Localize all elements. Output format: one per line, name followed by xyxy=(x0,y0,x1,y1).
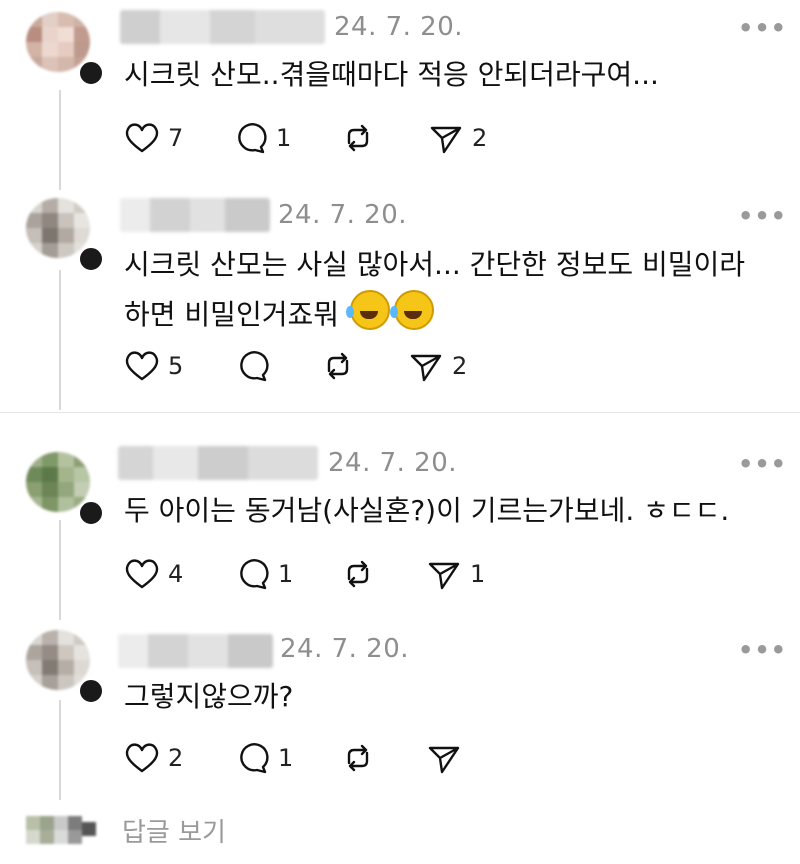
repost-button[interactable] xyxy=(338,738,378,778)
like-button[interactable]: 4 xyxy=(122,554,183,594)
share-button[interactable]: 2 xyxy=(406,346,467,386)
avatar[interactable] xyxy=(26,452,90,512)
username-blurred[interactable] xyxy=(118,634,273,668)
more-icon[interactable]: ••• xyxy=(738,14,787,42)
reply-count: 1 xyxy=(278,560,294,588)
follow-badge[interactable] xyxy=(78,60,104,86)
share-count: 2 xyxy=(472,124,488,152)
heart-icon xyxy=(125,743,159,773)
comment: 24. 7. 20. ••• 시크릿 산모는 사실 많아서... 간단한 정보도… xyxy=(0,190,800,412)
reply-avatars xyxy=(26,812,96,848)
send-icon xyxy=(430,126,462,154)
repost-icon xyxy=(327,352,349,380)
comment: 24. 7. 20. ••• 그렇지않으까? 2 1 xyxy=(0,620,800,800)
comment-icon xyxy=(238,123,267,154)
rofl-emoji-icon xyxy=(389,290,434,330)
action-bar: 7 1 2 xyxy=(122,118,522,158)
comment-text: 시크릿 산모..겪을때마다 적응 안되더라구여... xyxy=(124,58,659,91)
reply-button[interactable] xyxy=(232,346,272,386)
timestamp: 24. 7. 20. xyxy=(280,634,410,664)
comment-text: 그렇지않으까? xyxy=(124,680,294,713)
view-replies-link[interactable]: 답글 보기 xyxy=(122,812,226,849)
username-blurred[interactable] xyxy=(120,198,270,232)
share-count: 2 xyxy=(452,352,468,380)
divider xyxy=(0,412,800,413)
comment-icon xyxy=(240,351,269,382)
reply-count: 1 xyxy=(276,124,292,152)
follow-badge[interactable] xyxy=(78,678,104,704)
like-button[interactable]: 7 xyxy=(122,118,183,158)
repost-button[interactable] xyxy=(338,118,378,158)
comment: 24. 7. 20. ••• 두 아이는 동거남(사실혼?)이 기르는가보네. … xyxy=(0,420,800,620)
reply-button[interactable]: 1 xyxy=(232,738,293,778)
repost-button[interactable] xyxy=(338,554,378,594)
more-icon[interactable]: ••• xyxy=(738,202,787,230)
comment-text: 시크릿 산모는 사실 많아서... 간단한 정보도 비밀이라 하면 비밀인거죠뭐 xyxy=(124,240,774,340)
reply-button[interactable]: 1 xyxy=(230,118,291,158)
timestamp: 24. 7. 20. xyxy=(278,200,408,230)
reply-button[interactable]: 1 xyxy=(232,554,293,594)
action-bar: 4 1 1 xyxy=(122,554,522,594)
repost-icon xyxy=(347,124,369,152)
comment-text-content: 시크릿 산모는 사실 많아서... 간단한 정보도 비밀이라 하면 비밀인거죠뭐 xyxy=(124,248,746,331)
avatar[interactable] xyxy=(26,630,90,690)
share-count: 1 xyxy=(470,560,486,588)
timestamp: 24. 7. 20. xyxy=(328,448,458,478)
action-bar: 5 2 xyxy=(122,346,522,386)
share-button[interactable]: 1 xyxy=(424,554,485,594)
more-icon[interactable]: ••• xyxy=(738,450,787,478)
heart-icon xyxy=(125,559,159,589)
send-icon xyxy=(428,746,460,774)
comment-text: 두 아이는 동거남(사실혼?)이 기르는가보네. ㅎㄷㄷ. xyxy=(124,494,730,527)
repost-button[interactable] xyxy=(318,346,358,386)
heart-icon xyxy=(125,123,159,153)
avatar[interactable] xyxy=(26,198,90,258)
avatar[interactable] xyxy=(26,12,90,72)
like-button[interactable]: 2 xyxy=(122,738,183,778)
send-icon xyxy=(428,562,460,590)
like-count: 4 xyxy=(168,560,184,588)
rofl-emoji-icon xyxy=(345,290,390,330)
more-icon[interactable]: ••• xyxy=(738,636,787,664)
follow-badge[interactable] xyxy=(78,500,104,526)
comment-icon xyxy=(240,743,269,774)
repost-icon xyxy=(347,744,369,772)
share-button[interactable]: 2 xyxy=(426,118,487,158)
like-count: 7 xyxy=(168,124,184,152)
follow-badge[interactable] xyxy=(78,246,104,272)
timestamp: 24. 7. 20. xyxy=(334,12,464,42)
like-button[interactable]: 5 xyxy=(122,346,183,386)
repost-icon xyxy=(347,560,369,588)
action-bar: 2 1 xyxy=(122,738,522,778)
send-icon xyxy=(410,354,442,382)
heart-icon xyxy=(125,351,159,381)
username-blurred[interactable] xyxy=(120,10,325,44)
share-button[interactable] xyxy=(424,738,464,778)
reply-count: 1 xyxy=(278,744,294,772)
like-count: 2 xyxy=(168,744,184,772)
username-blurred[interactable] xyxy=(118,446,318,480)
like-count: 5 xyxy=(168,352,184,380)
comment: 24. 7. 20. ••• 시크릿 산모..겪을때마다 적응 안되더라구여..… xyxy=(0,0,800,190)
comment-icon xyxy=(240,559,269,590)
